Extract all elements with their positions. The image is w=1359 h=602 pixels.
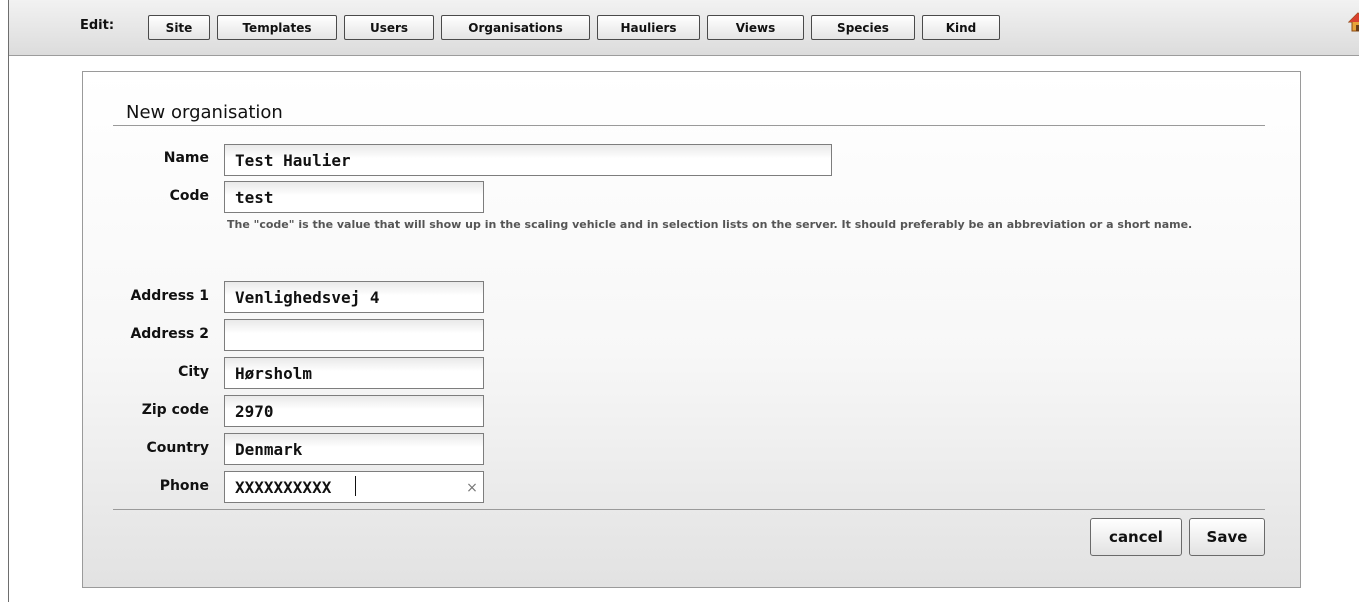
nav-users-button[interactable]: Users [344,15,434,40]
address1-field[interactable] [224,281,484,313]
country-field[interactable] [224,433,484,465]
text-cursor [355,476,356,496]
form-title: New organisation [126,102,283,123]
nav-templates-button[interactable]: Templates [217,15,337,40]
clear-input-icon[interactable]: × [465,481,479,495]
name-label: Name [163,150,209,166]
city-field[interactable] [224,357,484,389]
new-organisation-panel: New organisation Name Code The "code" is… [82,71,1301,588]
form-footer-divider [113,509,1265,510]
top-toolbar: Edit: Site Templates Users Organisations… [9,0,1359,56]
nav-hauliers-button[interactable]: Hauliers [597,15,700,40]
nav-kind-button[interactable]: Kind [922,15,1000,40]
nav-views-button[interactable]: Views [707,15,804,40]
nav-species-button[interactable]: Species [811,15,915,40]
zip-label: Zip code [141,402,209,418]
address2-field[interactable] [224,319,484,351]
phone-field[interactable] [224,471,484,503]
window-left-border [8,0,9,602]
country-label: Country [146,440,209,456]
address2-label: Address 2 [130,326,209,342]
nav-site-button[interactable]: Site [148,15,210,40]
zip-field[interactable] [224,395,484,427]
city-label: City [178,364,209,380]
address1-label: Address 1 [130,288,209,304]
name-field[interactable] [224,144,832,176]
title-divider [113,125,1265,126]
home-icon[interactable] [1348,12,1359,32]
save-button[interactable]: Save [1189,518,1265,556]
code-help-text: The "code" is the value that will show u… [227,218,1193,231]
phone-label: Phone [159,478,209,494]
nav-organisations-button[interactable]: Organisations [441,15,590,40]
code-field[interactable] [224,181,484,213]
cancel-button[interactable]: cancel [1090,518,1182,556]
code-label: Code [169,188,209,204]
edit-label: Edit: [80,18,115,33]
